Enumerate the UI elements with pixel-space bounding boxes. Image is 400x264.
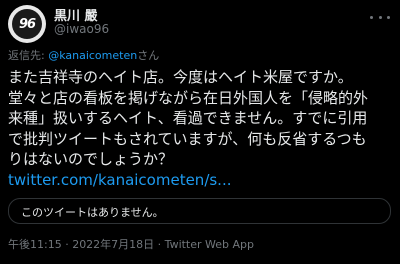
quote-unavailable-text: このツイートはありません。 <box>21 206 164 219</box>
tweet-text-line: 来種」扱いするヘイト、看過できません。すでに引用 <box>8 109 368 127</box>
avatar-logo: 96 <box>12 9 42 39</box>
tweet-text-line: で批判ツイートもされていますが、何も反省するつも <box>8 129 367 148</box>
reply-to-line: 返信先: @kanaicometenさん <box>8 47 159 63</box>
tweet-text-line: 堂々と店の看板を掲げながら在日外国人を「侵略的外 <box>8 88 369 107</box>
more-horizontal-icon[interactable] <box>370 10 390 24</box>
tweet-link[interactable]: twitter.com/kanaicometen/s... <box>8 170 394 191</box>
tweet-text-line: また吉祥寺のヘイト店。今度はヘイト米屋ですか。 <box>8 68 353 86</box>
tweet-card: 96 黒川 嚴 @iwao96 返信先: @kanaicometenさん また吉… <box>0 0 400 264</box>
user-handle[interactable]: @iwao96 <box>54 22 109 36</box>
reply-suffix: さん <box>137 49 160 62</box>
reply-prefix: 返信先: <box>8 49 49 62</box>
avatar-text: 96 <box>18 16 36 32</box>
tweet-timestamp[interactable]: 午後11:15 · 2022年7月18日 · Twitter Web App <box>8 236 254 252</box>
reply-mention-link[interactable]: @kanaicometen <box>48 49 137 62</box>
avatar[interactable]: 96 <box>8 5 46 43</box>
tweet-text-line: りはないのでしょうか？ <box>8 150 174 168</box>
quoted-tweet-unavailable: このツイートはありません。 <box>8 198 391 224</box>
tweet-text: また吉祥寺のヘイト店。今度はヘイト米屋ですか。 堂々と店の看板を掲げながら在日外… <box>8 67 394 190</box>
